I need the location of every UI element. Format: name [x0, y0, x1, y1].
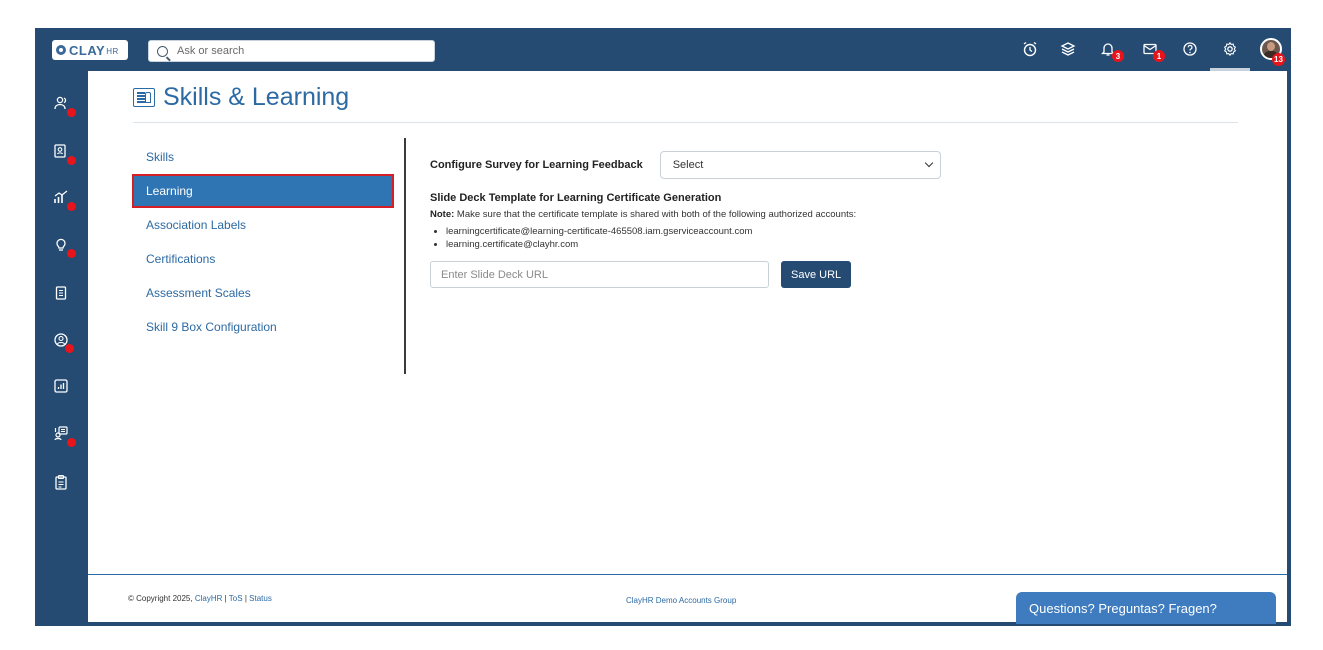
lightbulb-alert-dot — [67, 249, 76, 258]
top-bar: CLAY HR 3 1 13 — [35, 28, 1291, 71]
subnav-item-assessment-scales[interactable]: Assessment Scales — [132, 276, 394, 310]
app-window: CLAY HR 3 1 13 — [35, 28, 1291, 626]
alarm-clock-icon[interactable] — [1021, 40, 1039, 58]
page-title-text: Skills & Learning — [163, 83, 350, 111]
notification-count-badge: 3 — [1112, 50, 1124, 62]
slide-deck-url-input[interactable] — [430, 261, 769, 288]
search-box[interactable] — [148, 40, 435, 62]
avatar-count-badge: 13 — [1272, 53, 1285, 66]
growth-chart-icon[interactable] — [53, 189, 69, 205]
subnav-item-skill-9-box[interactable]: Skill 9 Box Configuration — [132, 310, 394, 344]
search-input[interactable] — [177, 45, 417, 57]
title-divider — [133, 122, 1238, 123]
active-settings-indicator — [1210, 68, 1250, 71]
footer-divider — [88, 574, 1287, 575]
note-text: Note: Make sure that the certificate tem… — [430, 209, 1250, 220]
search-icon — [157, 45, 168, 57]
account-group-link[interactable]: ClayHR Demo Accounts Group — [626, 596, 736, 605]
footer-copyright: © Copyright 2025, ClayHR | ToS | Status — [128, 594, 272, 603]
logo-text: CLAY — [69, 42, 106, 58]
survey-label: Configure Survey for Learning Feedback — [430, 159, 643, 171]
certificate-icon — [133, 88, 155, 107]
report-chart-icon[interactable] — [53, 378, 69, 394]
subnav-divider — [404, 138, 406, 374]
mail-count-badge: 1 — [1153, 50, 1165, 62]
learning-alert-dot — [67, 438, 76, 447]
badge-card-alert-dot — [67, 156, 76, 165]
page-title: Skills & Learning — [133, 83, 349, 112]
subnav-item-association-labels[interactable]: Association Labels — [132, 208, 394, 242]
subnav-item-learning[interactable]: Learning — [132, 174, 394, 208]
copyright-text: © Copyright 2025, — [128, 594, 193, 603]
people-alert-dot — [67, 108, 76, 117]
gear-icon[interactable] — [1221, 40, 1239, 58]
account-item: learningcertificate@learning-certificate… — [434, 225, 1250, 238]
survey-select[interactable]: Select — [659, 151, 941, 179]
learning-icon[interactable] — [53, 425, 69, 441]
left-sidebar — [35, 71, 88, 626]
help-icon[interactable] — [1181, 40, 1199, 58]
user-circle-alert-dot — [65, 344, 74, 353]
bell-icon[interactable]: 3 — [1099, 40, 1124, 62]
survey-select-value: Select — [672, 159, 704, 171]
layers-icon[interactable] — [1059, 40, 1077, 58]
note-label: Note: — [430, 209, 455, 220]
lightbulb-icon[interactable] — [53, 236, 69, 252]
subnav-item-certifications[interactable]: Certifications — [132, 242, 394, 276]
badge-card-icon[interactable] — [53, 143, 69, 159]
save-url-button[interactable]: Save URL — [781, 261, 852, 288]
learning-settings-panel: Configure Survey for Learning Feedback S… — [430, 150, 1250, 288]
right-frame-edge — [1287, 71, 1291, 626]
footer-separator: | — [244, 594, 247, 603]
settings-subnav: Skills Learning Association Labels Certi… — [132, 140, 394, 344]
status-link[interactable]: Status — [249, 594, 272, 603]
people-icon[interactable] — [53, 95, 69, 111]
clayhr-logo[interactable]: CLAY HR — [52, 40, 128, 60]
clayhr-link[interactable]: ClayHR — [195, 594, 223, 603]
document-icon[interactable] — [53, 285, 69, 301]
subnav-item-skills[interactable]: Skills — [132, 140, 394, 174]
authorized-accounts-list: learningcertificate@learning-certificate… — [430, 225, 1250, 251]
chevron-down-icon — [924, 158, 933, 168]
help-chat-tab[interactable]: Questions? Preguntas? Fragen? — [1016, 592, 1276, 624]
logo-mark-icon — [56, 45, 66, 55]
slide-deck-heading: Slide Deck Template for Learning Certifi… — [430, 192, 722, 204]
tos-link[interactable]: ToS — [229, 594, 243, 603]
note-body: Make sure that the certificate template … — [454, 209, 857, 220]
growth-alert-dot — [67, 202, 76, 211]
clipboard-icon[interactable] — [53, 474, 69, 490]
logo-suffix: HR — [106, 47, 119, 56]
mail-icon[interactable]: 1 — [1141, 40, 1165, 62]
footer-separator: | — [224, 594, 227, 603]
account-item: learning.certificate@clayhr.com — [434, 238, 1250, 251]
